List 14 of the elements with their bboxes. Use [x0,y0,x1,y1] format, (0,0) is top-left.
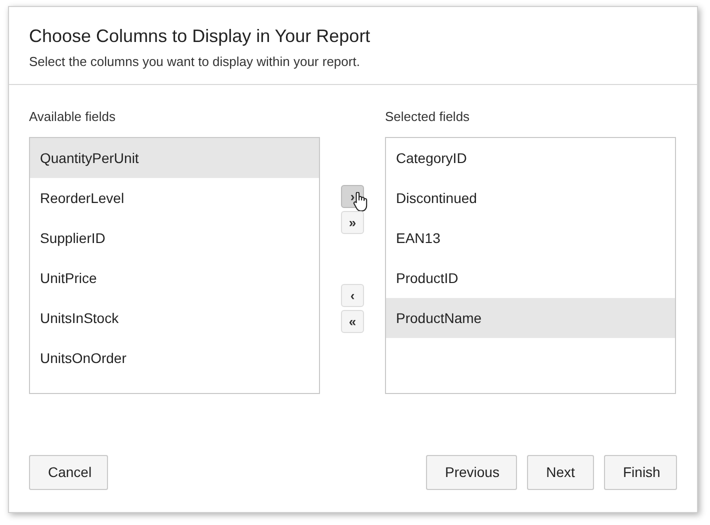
list-item[interactable]: QuantityPerUnit [30,138,319,178]
list-label: Selected fields [385,108,471,126]
list-label: Available fields [29,108,116,126]
finish-button[interactable]: Finish [604,455,677,490]
hand-cursor-icon [353,192,368,212]
move-button[interactable]: ‹ [341,284,364,306]
move-button[interactable]: « [341,310,364,332]
previous-button[interactable]: Previous [426,455,517,490]
next-button[interactable]: Next [527,455,594,490]
dialog-title: Choose Columns to Display in Your Report [29,25,372,48]
list-item[interactable]: ProductName [386,298,675,338]
dialog-subtitle: Select the columns you want to display within your report. [29,53,361,71]
move-button[interactable]: » [341,210,364,234]
cancel-button[interactable]: Cancel [29,455,108,490]
